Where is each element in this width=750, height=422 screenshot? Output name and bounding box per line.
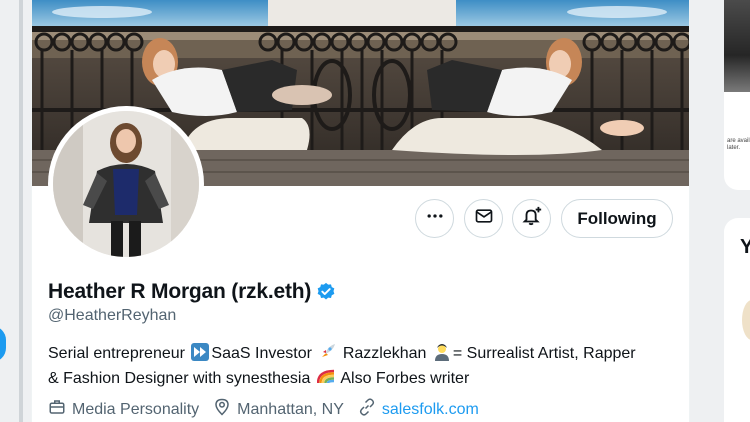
profile-location: Manhattan, NY <box>213 398 344 421</box>
right-rail-tiny-text: are availabl later. <box>727 138 750 151</box>
location-text: Manhattan, NY <box>237 400 344 418</box>
category-text: Media Personality <box>72 400 200 418</box>
profile-bio: Serial entrepreneur SaaS Investor Razzle… <box>48 343 688 393</box>
following-button[interactable]: Following <box>561 199 673 238</box>
bio-text-2: SaaS Investor <box>211 345 317 362</box>
bio-text-1: Serial entrepreneur <box>48 345 190 362</box>
bio-text-5: & Fashion Designer with synesthesia <box>48 370 315 387</box>
right-rail-heading: Y <box>740 236 750 258</box>
website-link[interactable]: salesfolk.com <box>382 401 479 419</box>
location-pin-icon <box>213 398 237 421</box>
artist-emoji <box>433 343 451 368</box>
more-button[interactable] <box>415 199 454 238</box>
bio-text-3: Razzlekhan <box>338 345 431 362</box>
profile-category: Media Personality <box>48 398 199 421</box>
profile-website[interactable]: salesfolk.com <box>358 398 479 421</box>
profile-avatar[interactable] <box>48 106 204 262</box>
profile-name-row: Heather R Morgan (rzk.eth) <box>48 280 336 304</box>
fast-forward-emoji <box>191 343 210 368</box>
envelope-icon <box>474 206 494 231</box>
message-button[interactable] <box>464 199 503 238</box>
bell-plus-icon <box>521 205 543 232</box>
link-icon <box>358 398 382 421</box>
right-rail-image <box>724 0 750 92</box>
notify-button[interactable] <box>512 199 551 238</box>
verified-badge-icon[interactable] <box>316 282 336 302</box>
avatar-photo <box>53 111 199 257</box>
profile-name: Heather R Morgan (rzk.eth) <box>48 280 312 303</box>
more-horizontal-icon <box>425 206 445 231</box>
briefcase-icon <box>48 398 72 421</box>
compose-button-edge[interactable] <box>0 326 6 362</box>
rainbow-emoji <box>316 368 335 393</box>
bio-text-4: = Surrealist Artist, Rapper <box>452 345 636 362</box>
profile-column: Following Heather R Morgan (rzk.eth) @He… <box>31 0 690 422</box>
rocket-emoji <box>318 343 336 368</box>
right-rail-card: are availabl later. <box>724 0 750 190</box>
profile-meta-row: Media Personality Manhattan, NY salesfol… <box>48 398 493 421</box>
twitter-profile-page: Following Heather R Morgan (rzk.eth) @He… <box>0 0 750 422</box>
bio-text-6: Also Forbes writer <box>336 370 470 387</box>
left-divider <box>19 0 23 422</box>
profile-handle: @HeatherReyhan <box>48 307 177 324</box>
